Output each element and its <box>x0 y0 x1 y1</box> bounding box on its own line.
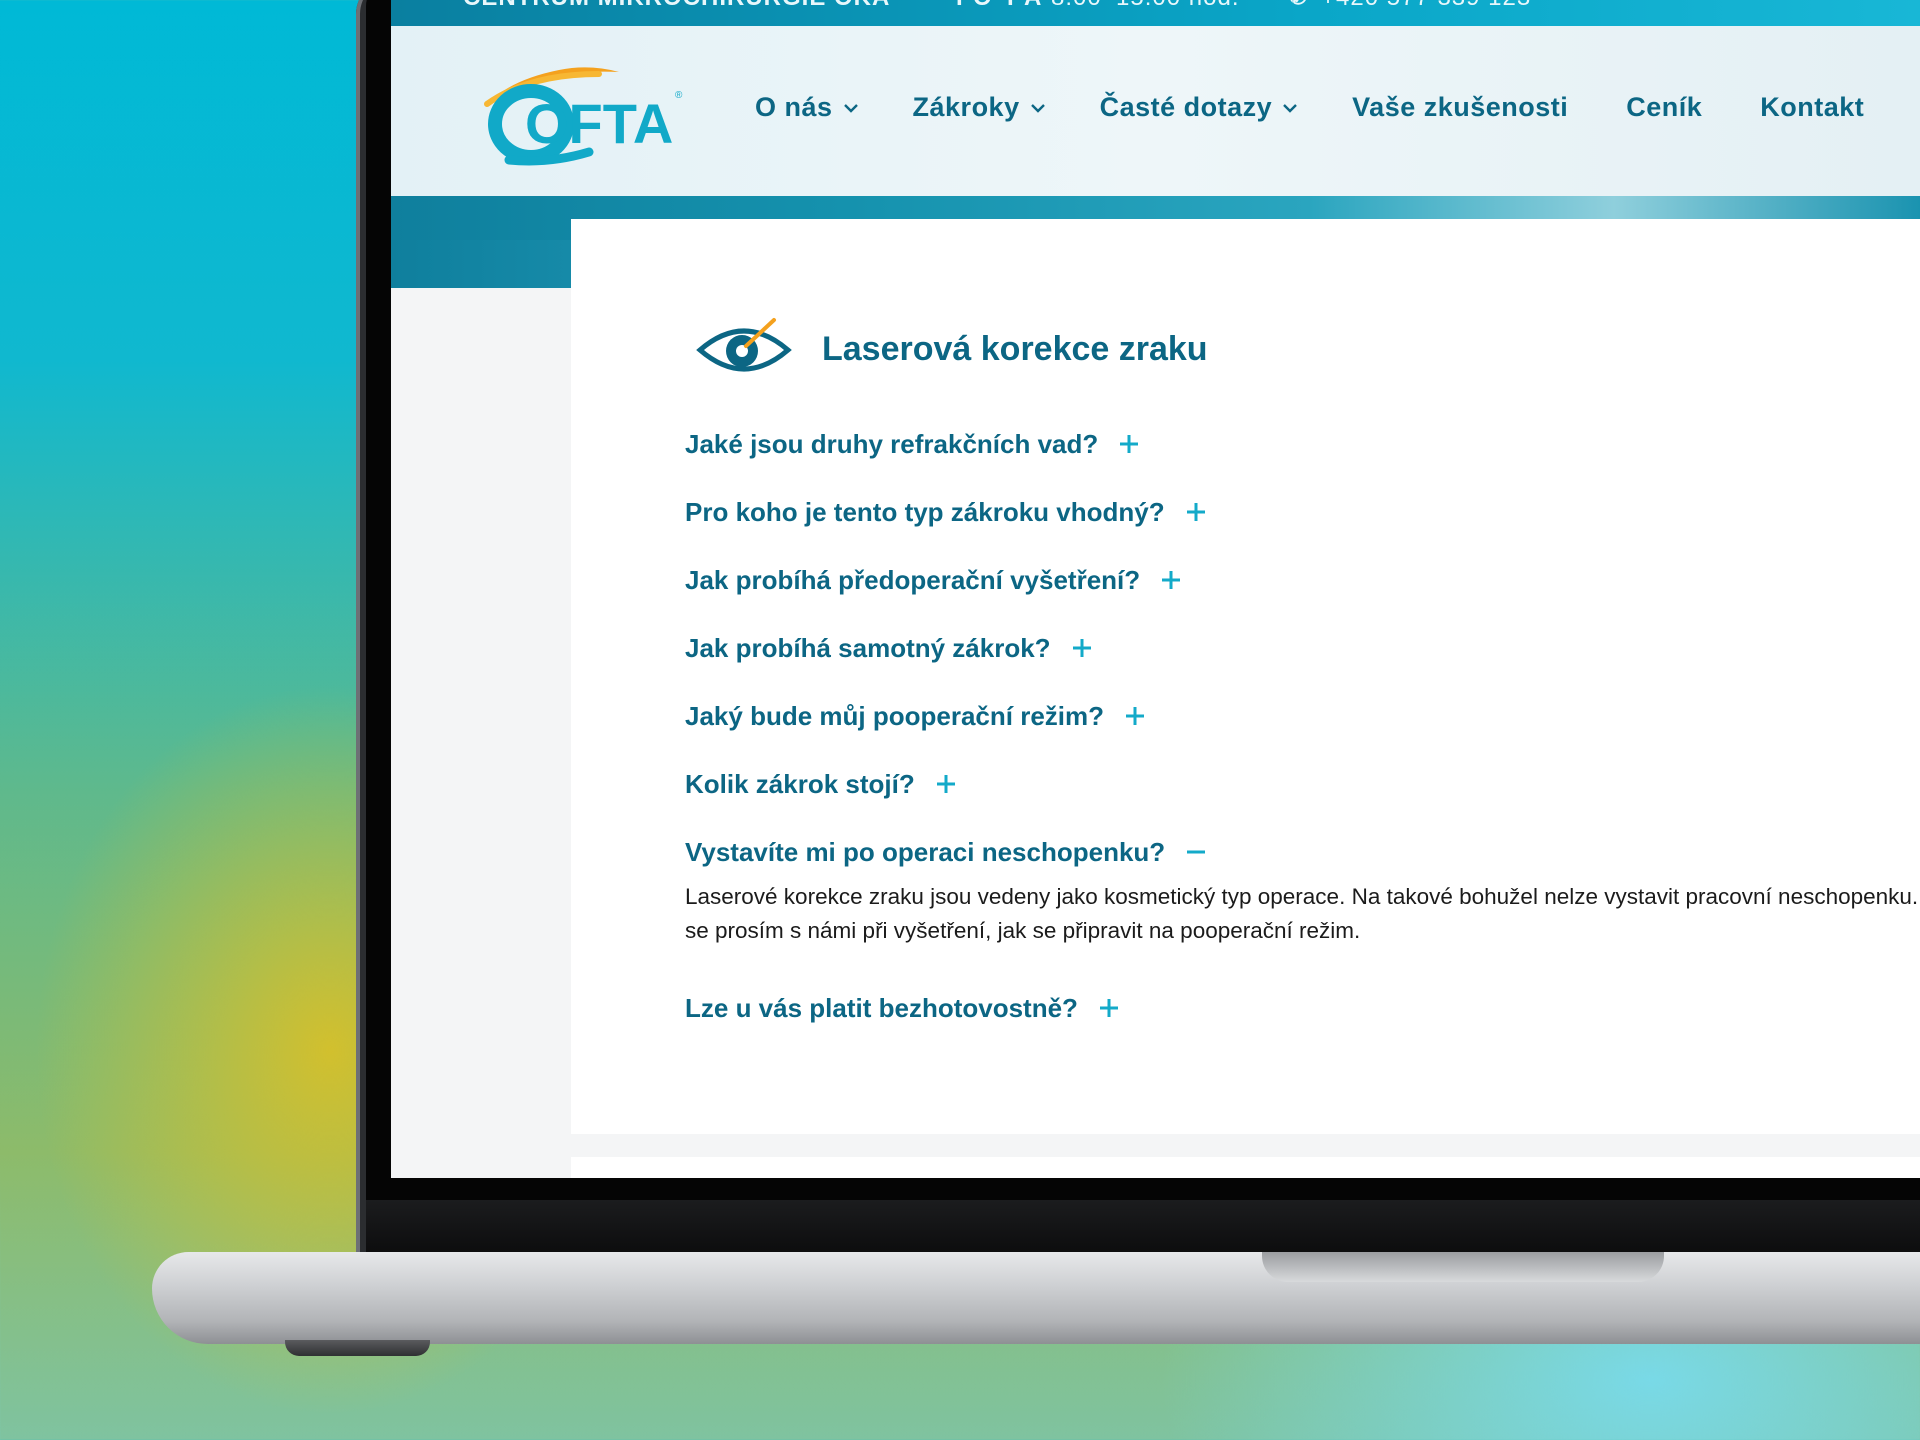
nav-label: Časté dotazy <box>1099 92 1273 122</box>
faq-item[interactable]: Pro koho je tento typ zákroku vhodný? <box>685 492 1920 560</box>
section-header: Laserová korekce zraku <box>696 314 1208 384</box>
faq-item[interactable]: Jak probíhá samotný zákrok? <box>685 628 1920 696</box>
faq-question-button[interactable]: Jaký bude můj pooperační režim? <box>685 696 1920 736</box>
laptop-notch <box>1262 1252 1664 1282</box>
faq-question-button[interactable]: Jak probíhá předoperační vyšetření? <box>685 560 1920 600</box>
chevron-down-icon <box>843 103 858 113</box>
faq-question: Jak probíhá samotný zákrok? <box>685 632 1051 663</box>
ofta-logo[interactable]: OFTA ® <box>479 60 689 170</box>
phone-icon: ✆ <box>1289 0 1308 10</box>
nav-item-caste-dotazy[interactable]: Časté dotazy <box>1100 92 1299 123</box>
opening-hours: 8:00–15:00 hod. <box>1051 0 1240 12</box>
plus-icon[interactable] <box>1124 705 1146 727</box>
chevron-down-icon <box>1283 103 1298 113</box>
faq-answer: Laserové korekce zraku jsou vedeny jako … <box>685 884 1920 943</box>
faq-list: Jaké jsou druhy refrakčních vad? Pro koh… <box>685 424 1920 1056</box>
plus-icon[interactable] <box>1185 501 1207 523</box>
top-info-bar: CENTRUM MIKROCHIRURGIE OKA PO–PÁ 8:00–15… <box>391 0 1920 26</box>
faq-item[interactable]: Jaký bude můj pooperační režim? <box>685 696 1920 764</box>
section-title: Laserová korekce zraku <box>822 329 1208 368</box>
faq-item[interactable]: Jak probíhá předoperační vyšetření? <box>685 560 1920 628</box>
faq-question: Kolik zákrok stojí? <box>685 768 915 799</box>
nav-item-o-nas[interactable]: O nás <box>755 92 859 123</box>
minus-icon[interactable] <box>1185 841 1207 863</box>
plus-icon[interactable] <box>1098 997 1120 1019</box>
faq-question: Jaké jsou druhy refrakčních vad? <box>685 428 1099 459</box>
faq-question-button[interactable]: Pro koho je tento typ zákroku vhodný? <box>685 492 1920 532</box>
plus-icon[interactable] <box>935 773 957 795</box>
chevron-down-icon <box>1030 103 1045 113</box>
nav-label: Zákroky <box>912 92 1020 122</box>
plus-icon[interactable] <box>1160 569 1182 591</box>
faq-question-button[interactable]: Jak probíhá samotný zákrok? <box>685 628 1920 668</box>
center-name: CENTRUM MIKROCHIRURGIE OKA <box>463 0 890 12</box>
eye-icon <box>696 318 792 372</box>
faq-question-button[interactable]: Lze u vás platit bezhotovostně? <box>685 988 1920 1028</box>
faq-question-button[interactable]: Kolik zákrok stojí? <box>685 764 1920 804</box>
plus-icon[interactable] <box>1071 637 1093 659</box>
faq-card: Laserová korekce zraku Jaké jsou druhy r… <box>571 219 1920 1134</box>
hours-label: PO–PÁ <box>956 0 1042 12</box>
plus-icon[interactable] <box>1118 433 1140 455</box>
laptop-bezel-bottom <box>366 1200 1920 1252</box>
nav-item-kontakt[interactable]: Kontakt <box>1760 92 1864 123</box>
faq-question-button[interactable]: Vystavíte mi po operaci neschopenku? <box>685 832 1920 872</box>
browser-screen: CENTRUM MIKROCHIRURGIE OKA PO–PÁ 8:00–15… <box>391 0 1920 1178</box>
svg-text:®: ® <box>675 90 683 101</box>
faq-item[interactable]: Kolik zákrok stojí? <box>685 764 1920 832</box>
nav-label: Vaše zkušenosti <box>1352 92 1569 122</box>
nav-label: Kontakt <box>1760 92 1865 122</box>
nav-item-zakroky[interactable]: Zákroky <box>913 92 1046 123</box>
nav-item-vase-zkusenosti[interactable]: Vaše zkušenosti <box>1352 92 1568 123</box>
faq-question-button[interactable]: Jaké jsou druhy refrakčních vad? <box>685 424 1920 464</box>
phone-number[interactable]: +420 577 339 123 <box>1321 0 1531 12</box>
laptop-foot <box>285 1340 430 1356</box>
faq-question: Jaký bude můj pooperační režim? <box>685 700 1104 731</box>
nav-label: O nás <box>755 92 833 122</box>
nav-item-cenik[interactable]: Ceník <box>1626 92 1702 123</box>
faq-question: Vystavíte mi po operaci neschopenku? <box>685 836 1166 867</box>
faq-item[interactable]: Lze u vás platit bezhotovostně? <box>685 988 1920 1056</box>
faq-question: Jak probíhá předoperační vyšetření? <box>685 564 1141 595</box>
main-nav: O nás Zákroky Časté dotazy Vaše zkušenos… <box>755 92 1864 123</box>
faq-item[interactable]: Jaké jsou druhy refrakčních vad? <box>685 424 1920 492</box>
next-card <box>571 1157 1920 1178</box>
faq-item-expanded[interactable]: Vystavíte mi po operaci neschopenku? Las… <box>685 832 1920 948</box>
logo-text: OFTA <box>525 92 673 155</box>
faq-question: Lze u vás platit bezhotovostně? <box>685 992 1078 1023</box>
site-header: OFTA ® O nás Zákroky Časté dotazy Vaše z… <box>391 26 1920 196</box>
faq-question: Pro koho je tento typ zákroku vhodný? <box>685 496 1165 527</box>
hero-strip-accent <box>391 240 571 288</box>
nav-label: Ceník <box>1626 92 1703 122</box>
